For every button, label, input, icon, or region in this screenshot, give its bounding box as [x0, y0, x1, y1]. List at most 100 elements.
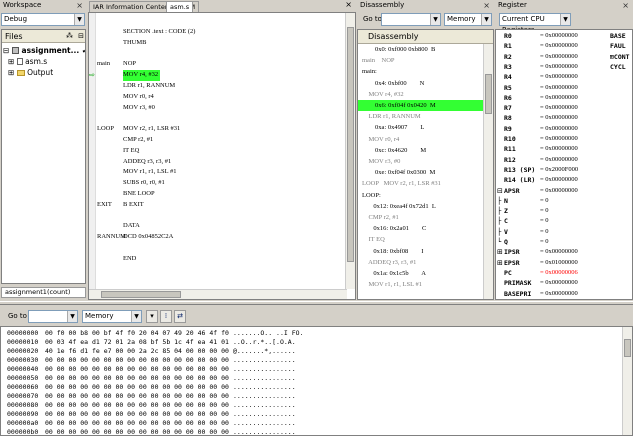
register-row[interactable]: PRIMASK = 0x00000000 — [496, 278, 632, 289]
settings-icon[interactable]: ⁂ — [66, 30, 73, 43]
register-group-name[interactable]: BASE — [610, 31, 626, 42]
code-line[interactable] — [97, 49, 345, 60]
tree-toggle-icon[interactable]: ├ — [497, 206, 501, 217]
disassembly-code-line[interactable]: 0x0: 0xf000 0xb800 B — [358, 44, 485, 55]
tree-toggle-icon[interactable]: ⊞ — [497, 247, 503, 258]
tree-toggle-icon[interactable]: ⊟ — [497, 186, 503, 197]
register-value[interactable]: = 0x00000000 — [540, 113, 578, 124]
register-value[interactable]: = 0x00000000 — [540, 247, 578, 258]
register-row[interactable]: R9 = 0x00000000 — [496, 124, 632, 135]
register-row[interactable]: BASEPRI = 0x00000000 — [496, 289, 632, 300]
code-line[interactable]: DATA — [97, 221, 345, 232]
register-value[interactable]: = 0x00000000 — [540, 103, 578, 114]
disassembly-source-line[interactable]: MOV r3, #0 — [358, 156, 485, 167]
register-value[interactable]: = 0x00000000 — [540, 175, 578, 186]
disassembly-code-line[interactable]: 0x16: 0x2a01 C — [358, 223, 485, 234]
register-value[interactable]: = 0x00000000 — [540, 289, 578, 300]
register-value[interactable]: = 0x00000000 — [540, 144, 578, 155]
disassembly-scrollbar[interactable] — [483, 44, 493, 299]
register-row[interactable]: R14 (LR) = 0x00000000 — [496, 175, 632, 186]
disassembly-code-line[interactable]: 0x18: 0xbf08 I — [358, 246, 485, 257]
scroll-thumb[interactable] — [485, 74, 492, 114]
disassembly-source-line[interactable]: LDR r1, RANNUM — [358, 111, 485, 122]
code-line[interactable]: EXIT B EXIT — [97, 200, 345, 211]
code-line[interactable]: THUMB — [97, 38, 345, 49]
memory-row[interactable]: 000000b0 00 00 00 00 00 00 00 00 00 00 00… — [1, 427, 621, 435]
register-value[interactable]: = 0 — [540, 196, 549, 207]
disassembly-code-line[interactable]: 0x6: 0xf04f 0x0420 M — [358, 100, 485, 111]
disassembly-code-line[interactable]: LOOP: — [358, 190, 485, 201]
scroll-thumb[interactable] — [624, 339, 631, 357]
code-line[interactable]: BNE LOOP — [97, 189, 345, 200]
disassembly-source-line[interactable]: MOV r4, #32 — [358, 89, 485, 100]
register-value[interactable]: = 0x00000000 — [540, 155, 578, 166]
register-value[interactable]: = 0x00000000 — [540, 93, 578, 104]
scroll-thumb[interactable] — [347, 27, 354, 262]
register-row[interactable]: ⊞ EPSR = 0x01000000 — [496, 258, 632, 269]
disassembly-code-line[interactable]: 0xe: 0xf04f 0x0300 M — [358, 167, 485, 178]
memory-ascii[interactable]: ................ — [233, 427, 296, 435]
editor-vertical-scrollbar[interactable] — [345, 13, 355, 289]
disassembly-code-line[interactable]: 0x1a: 0x1c5b A — [358, 268, 485, 279]
register-value[interactable]: = 0x00000000 — [540, 124, 578, 135]
disassembly-source-line[interactable]: ADDEQ r3, r3, #1 — [358, 257, 485, 268]
register-row[interactable]: R11 = 0x00000000 — [496, 144, 632, 155]
code-line[interactable]: IT EQ — [97, 146, 345, 157]
register-row[interactable]: R7 = 0x00000000 — [496, 103, 632, 114]
goto-input[interactable]: ▼ — [381, 13, 441, 26]
editor-close-icon[interactable]: × — [345, 0, 352, 9]
disassembly-source-line[interactable]: CMP r2, #1 — [358, 212, 485, 223]
pin-icon[interactable]: ⊟ — [78, 30, 84, 43]
register-row[interactable]: ⊟ APSR = 0x00000000 — [496, 186, 632, 197]
disassembly-code-line[interactable]: 0x4: 0xbf00 N — [358, 78, 485, 89]
tree-item-output[interactable]: ⊞ Output — [8, 68, 53, 77]
register-row[interactable]: R13 (SP) = 0x2000F000 — [496, 165, 632, 176]
register-row[interactable]: ├ N = 0 — [496, 196, 632, 207]
workspace-close-icon[interactable]: × — [76, 0, 83, 11]
register-value[interactable]: = 0 — [540, 237, 549, 248]
memory-info-button[interactable]: ⁞ — [160, 310, 172, 323]
collapse-icon[interactable]: ⊟ — [3, 46, 9, 55]
register-value[interactable]: = 0 — [540, 216, 549, 227]
code-line[interactable]: ADDEQ r3, r3, #1 — [97, 157, 345, 168]
memory-goto-input[interactable]: ▼ — [28, 310, 78, 323]
register-value[interactable]: = 0x01000000 — [540, 258, 578, 269]
disassembly-memory-select[interactable]: Memory ▼ — [444, 13, 492, 26]
register-row[interactable]: ├ C = 0 — [496, 216, 632, 227]
register-view[interactable]: R0 = 0x00000000 R1 = 0x00000000 R2 = 0x000000… — [495, 29, 633, 300]
disassembly-source-line[interactable]: IT EQ — [358, 234, 485, 245]
tree-item-asm[interactable]: ⊞ asm.s — [8, 57, 47, 66]
register-row[interactable]: └ Q = 0 — [496, 237, 632, 248]
disassembly-source-line[interactable]: LOOP MOV r2, r1, LSR #31 — [358, 178, 485, 189]
code-line[interactable]: ⇨ MOV r4, #32 — [89, 70, 345, 81]
expand-icon[interactable]: ⊞ — [8, 57, 14, 66]
memory-view[interactable]: 00000000 00 f0 00 b8 00 bf 4f f0 20 04 07… — [0, 326, 633, 436]
code-line[interactable]: MOV r3, #0 — [97, 103, 345, 114]
code-line[interactable]: SECTION .text : CODE (2) — [97, 27, 345, 38]
disassembly-code-line[interactable]: 0xc: 0x4620 M — [358, 145, 485, 156]
register-group-name[interactable]: FAUL — [610, 41, 626, 52]
register-value[interactable]: = 0x00000000 — [540, 31, 578, 42]
code-line[interactable]: LOOP MOV r2, r1, LSR #31 — [97, 124, 345, 135]
code-line[interactable]: END — [97, 254, 345, 265]
tree-toggle-icon[interactable]: ├ — [497, 216, 501, 227]
register-row[interactable]: R12 = 0x00000000 — [496, 155, 632, 166]
code-line[interactable]: MOV r1, r1, LSL #1 — [97, 167, 345, 178]
code-line[interactable]: CMP r2, #1 — [97, 135, 345, 146]
disassembly-code-line[interactable]: main: — [358, 66, 485, 77]
code-line[interactable] — [97, 243, 345, 254]
register-row[interactable]: ⊞ IPSR = 0x00000000 — [496, 247, 632, 258]
memory-scrollbar[interactable] — [622, 327, 632, 435]
tree-toggle-icon[interactable]: ⊞ — [497, 258, 503, 269]
register-value[interactable]: = 0x00000000 — [540, 186, 578, 197]
register-row[interactable]: R10 = 0x00000000 — [496, 134, 632, 145]
register-value[interactable]: = 0x00000000 — [540, 83, 578, 94]
tree-toggle-icon[interactable]: ├ — [497, 196, 501, 207]
disassembly-code-line[interactable]: 0xa: 0x4907 L — [358, 122, 485, 133]
register-value[interactable]: = 0x00000000 — [540, 52, 578, 63]
disassembly-source-line[interactable]: MOV r1, r1, LSL #1 — [358, 279, 485, 290]
memory-update-button[interactable]: ⇄ — [174, 310, 186, 323]
code-line[interactable]: LDR r1, RANNUM — [97, 81, 345, 92]
disassembly-source-line[interactable]: main NOP — [358, 55, 485, 66]
expand-icon[interactable]: ⊞ — [8, 68, 14, 77]
